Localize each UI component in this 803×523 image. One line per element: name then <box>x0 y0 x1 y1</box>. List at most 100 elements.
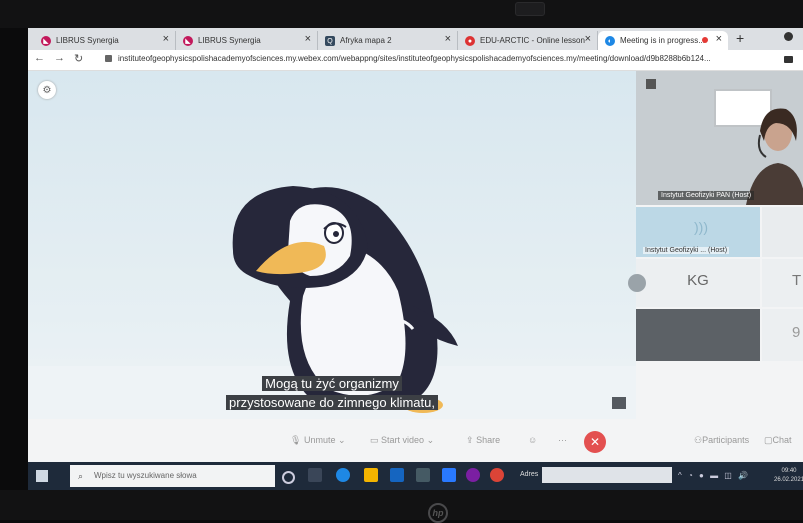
caption-line-1: Mogą tu żyć organizmy <box>28 376 636 391</box>
windows-start-icon[interactable] <box>36 470 48 482</box>
new-tab-button[interactable]: + <box>736 30 744 46</box>
address-toolbar-label: Adres <box>520 471 539 478</box>
share-icon: ⇪ <box>466 435 474 445</box>
participant-tile-t[interactable]: T <box>762 259 803 307</box>
chat-icon: ▢ <box>764 435 773 445</box>
participant-initials: 9 <box>792 324 801 341</box>
laptop-bezel-top <box>0 0 803 28</box>
clock-time: 09:40 <box>781 468 797 474</box>
mail-icon[interactable] <box>390 468 404 482</box>
unmute-button[interactable]: 🎙 Unmute ⌄ <box>290 435 346 446</box>
reactions-icon[interactable]: ☺ <box>528 435 537 445</box>
extension-icon[interactable] <box>784 56 793 63</box>
laptop-bezel-bottom <box>0 490 803 520</box>
edu-arctic-icon: ● <box>465 36 475 46</box>
chrome-icon[interactable] <box>490 468 504 482</box>
recording-dot-icon <box>702 37 708 43</box>
participants-label: Participants <box>702 435 750 445</box>
tab-edu-arctic[interactable]: ● EDU-ARCTIC - Online lesson × <box>458 31 598 50</box>
tab-bar: ◣ LIBRUS Synergia × ◣ LIBRUS Synergia × … <box>28 28 803 50</box>
task-view-icon[interactable] <box>308 468 322 482</box>
microphone-icon: 🎙 <box>290 435 302 445</box>
close-icon[interactable]: × <box>445 33 451 45</box>
settings-gear-icon[interactable]: ⚙ <box>38 81 56 99</box>
media-icon[interactable] <box>466 468 480 482</box>
clock-date: 26.02.2021 <box>774 477 803 483</box>
reload-icon[interactable]: ↻ <box>74 52 83 65</box>
shared-video: ⚙ Mogą tu żyć organizmy przystosowane do… <box>28 71 636 419</box>
tab-librus-2[interactable]: ◣ LIBRUS Synergia × <box>176 31 318 50</box>
webex-meeting: ⚙ Mogą tu żyć organizmy przystosowane do… <box>28 71 803 462</box>
tab-title: Afryka mapa 2 <box>340 36 392 45</box>
fullscreen-icon[interactable] <box>612 397 626 409</box>
close-icon[interactable]: × <box>163 33 169 45</box>
share-label: Share <box>476 435 501 445</box>
lock-icon <box>105 55 112 62</box>
share-button[interactable]: ⇪ Share <box>466 435 500 446</box>
leave-meeting-button[interactable]: ✕ <box>584 431 606 453</box>
camera-icon: ▭ <box>370 435 379 445</box>
participant-initials: T <box>792 272 802 289</box>
caption-text: Mogą tu żyć organizmy <box>262 376 402 391</box>
back-arrow-icon[interactable]: ← <box>34 52 45 64</box>
system-tray-icons[interactable]: ^ ◔ ● ▬ ◫ 🔊 <box>678 471 750 480</box>
tab-title: EDU-ARCTIC - Online lesson <box>480 36 585 45</box>
tab-title: LIBRUS Synergia <box>198 36 261 45</box>
quizlet-icon: Q <box>325 36 335 46</box>
store-icon[interactable] <box>416 468 430 482</box>
participant-tile-side[interactable] <box>762 207 803 257</box>
search-placeholder: Wpisz tu wyszukiwane słowa <box>94 471 197 480</box>
tab-title: Meeting is in progress... <box>620 36 705 45</box>
participant-tile-9[interactable]: 9 <box>762 309 803 361</box>
caption-text: przystosowane do zimnego klimatu, <box>226 395 438 410</box>
people-icon: ⚇ <box>694 435 703 445</box>
chat-label: Chat <box>772 435 792 445</box>
caption-line-2: przystosowane do zimnego klimatu, <box>28 395 636 410</box>
unmute-label: Unmute <box>303 435 336 445</box>
close-icon[interactable]: × <box>716 33 722 45</box>
search-icon: ⌕ <box>78 471 84 481</box>
librus-icon: ◣ <box>41 36 51 46</box>
screen: ◣ LIBRUS Synergia × ◣ LIBRUS Synergia × … <box>28 28 803 490</box>
tab-afryka-mapa[interactable]: Q Afryka mapa 2 × <box>318 31 458 50</box>
close-icon: ✕ <box>589 435 601 449</box>
app-icon[interactable] <box>442 468 456 482</box>
profile-icon[interactable] <box>784 32 793 41</box>
forward-arrow-icon[interactable]: → <box>54 52 65 64</box>
participant-label: Instytut Geofizyki PAN (Host) <box>658 191 755 200</box>
audio-wave-icon: ))) <box>694 219 708 235</box>
taskbar-search[interactable]: ⌕ Wpisz tu wyszukiwane słowa <box>70 465 275 487</box>
address-bar: ← → ↻ instituteofgeophysicspolishacademy… <box>28 50 803 71</box>
meeting-controls: 🎙 Unmute ⌄ ▭ Start video ⌄ ⇪ Share ☺ ···… <box>28 419 803 462</box>
participant-tile-host[interactable]: Instytut Geofizyki PAN (Host) <box>636 71 803 205</box>
tab-webex-meeting[interactable]: ◐ Meeting is in progress... × <box>598 31 728 50</box>
close-icon[interactable]: × <box>585 33 591 45</box>
tab-title: LIBRUS Synergia <box>56 36 119 45</box>
host-avatar <box>746 108 803 205</box>
start-video-label: Start video <box>381 435 425 445</box>
start-video-button[interactable]: ▭ Start video ⌄ <box>370 435 434 446</box>
tab-librus-1[interactable]: ◣ LIBRUS Synergia × <box>34 31 176 50</box>
participant-tile-audio[interactable]: ))) Instytut Geofizyki ... (Host) <box>636 207 760 257</box>
webcam <box>515 2 545 16</box>
participants-button[interactable]: ⚇Participants <box>694 435 749 446</box>
penguin-illustration <box>232 186 458 413</box>
participant-tile-kg[interactable]: KG <box>628 259 760 307</box>
windows-taskbar: ⌕ Wpisz tu wyszukiwane słowa Adres ^ ◔ ●… <box>28 462 803 490</box>
hp-logo-text: hp <box>432 508 444 518</box>
participant-label: Instytut Geofizyki ... (Host) <box>643 247 730 254</box>
file-explorer-icon[interactable] <box>364 468 378 482</box>
edge-icon[interactable] <box>336 468 350 482</box>
address-toolbar-input[interactable] <box>542 467 672 483</box>
participant-tile-video[interactable] <box>636 309 760 361</box>
taskbar-clock[interactable]: 09:40 26.02.2021 <box>774 467 803 485</box>
librus-icon: ◣ <box>183 36 193 46</box>
hp-logo: hp <box>428 503 448 523</box>
url-field[interactable]: instituteofgeophysicspolishacademyofscie… <box>118 54 711 63</box>
close-icon[interactable]: × <box>305 33 311 45</box>
chat-button[interactable]: ▢Chat <box>764 435 792 446</box>
more-options-icon[interactable]: ··· <box>558 435 567 445</box>
cortana-icon[interactable] <box>282 471 295 484</box>
participant-initials: KG <box>687 272 709 289</box>
webex-icon: ◐ <box>605 36 615 46</box>
